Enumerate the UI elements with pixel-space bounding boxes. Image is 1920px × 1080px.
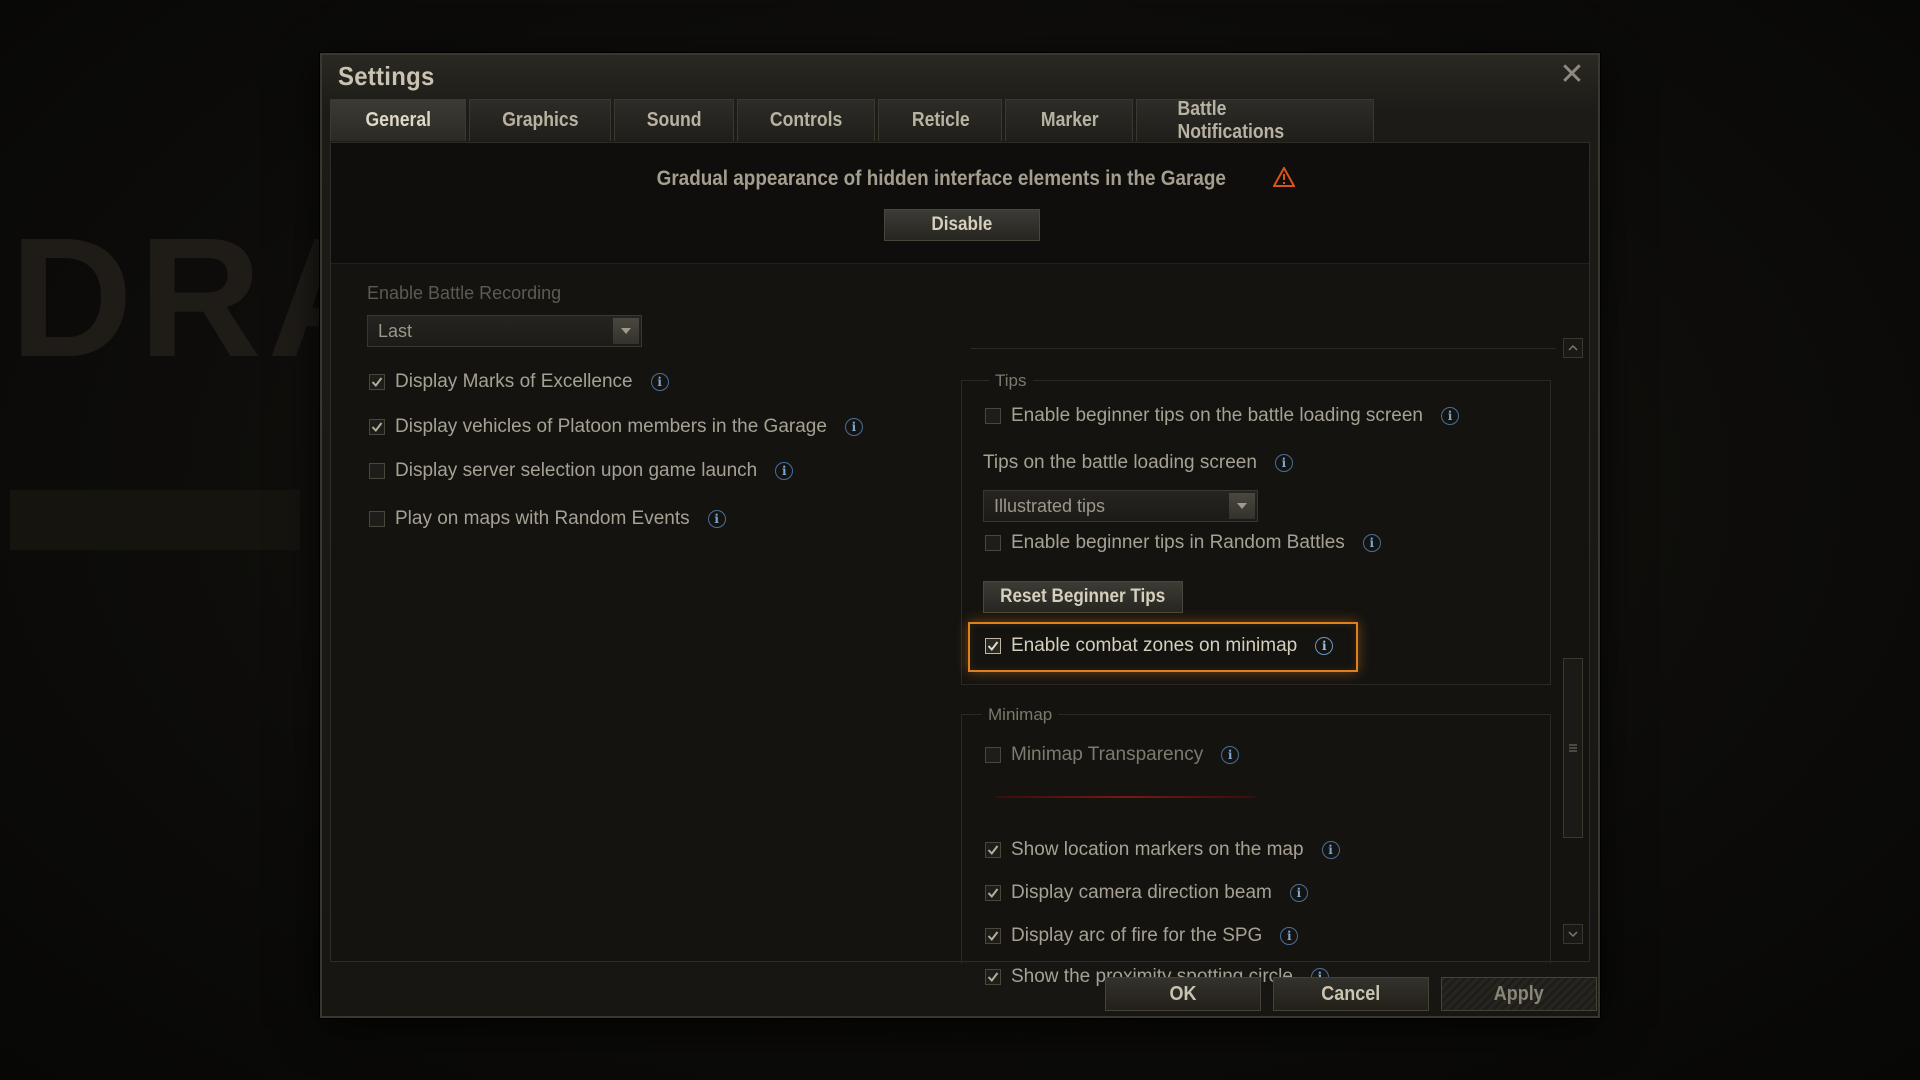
warning-icon bbox=[1272, 165, 1296, 193]
info-icon[interactable]: i bbox=[650, 373, 669, 391]
tips-group-label: Tips bbox=[989, 371, 1033, 391]
cancel-button-label: Cancel bbox=[1321, 982, 1381, 1005]
apply-button-label: Apply bbox=[1493, 982, 1545, 1005]
transparency-slider[interactable] bbox=[995, 796, 1255, 798]
checkbox[interactable] bbox=[985, 408, 1001, 424]
info-icon[interactable]: i bbox=[1321, 841, 1340, 859]
checkbox[interactable] bbox=[369, 419, 385, 435]
option-minimap-transparency[interactable]: Minimap Transparency i bbox=[985, 744, 1240, 766]
checkbox[interactable] bbox=[369, 511, 385, 527]
info-icon[interactable]: i bbox=[707, 510, 726, 528]
option-spg-arc[interactable]: Display arc of fire for the SPG i bbox=[985, 925, 1299, 947]
close-icon[interactable]: ✕ bbox=[1558, 60, 1586, 90]
cancel-button[interactable]: Cancel bbox=[1273, 977, 1429, 1011]
tab-label: Battle Notifications bbox=[1178, 97, 1285, 143]
settings-dialog: Settings ✕ General Graphics Sound Contro… bbox=[320, 53, 1600, 1018]
checkbox[interactable] bbox=[985, 969, 1001, 985]
info-icon[interactable]: i bbox=[1440, 407, 1459, 425]
option-platoon-vehicles[interactable]: Display vehicles of Platoon members in t… bbox=[369, 416, 863, 438]
checkbox[interactable] bbox=[985, 535, 1001, 551]
tab-marker[interactable]: Marker bbox=[1005, 99, 1134, 141]
apply-button[interactable]: Apply bbox=[1441, 977, 1597, 1011]
option-label: Show location markers on the map bbox=[1011, 839, 1304, 860]
background-decoration bbox=[10, 490, 300, 550]
scroll-down-button[interactable] bbox=[1563, 924, 1583, 944]
option-combat-zones[interactable]: Enable combat zones on minimap i bbox=[985, 635, 1334, 657]
tab-label: General bbox=[365, 109, 432, 131]
tips-loading-select[interactable]: Illustrated tips bbox=[983, 490, 1258, 522]
info-icon[interactable]: i bbox=[1274, 454, 1293, 472]
checkbox[interactable] bbox=[985, 842, 1001, 858]
checkbox[interactable] bbox=[985, 885, 1001, 901]
tab-general[interactable]: General bbox=[330, 99, 467, 141]
tips-loading-label: Tips on the battle loading screen bbox=[983, 452, 1257, 473]
tab-reticle[interactable]: Reticle bbox=[878, 99, 1003, 141]
tab-label: Marker bbox=[1040, 109, 1099, 131]
tab-label: Sound bbox=[647, 109, 702, 131]
scroll-up-button[interactable] bbox=[1563, 338, 1583, 358]
option-label: Minimap Transparency bbox=[1011, 744, 1204, 765]
option-beginner-tips-random[interactable]: Enable beginner tips in Random Battles i bbox=[985, 532, 1381, 554]
option-beginner-tips-loading[interactable]: Enable beginner tips on the battle loadi… bbox=[985, 405, 1459, 427]
reset-beginner-tips-button[interactable]: Reset Beginner Tips bbox=[983, 581, 1183, 613]
option-random-events[interactable]: Play on maps with Random Events i bbox=[369, 508, 726, 530]
tab-label: Graphics bbox=[502, 109, 579, 131]
checkbox[interactable] bbox=[985, 638, 1001, 654]
option-label: Display arc of fire for the SPG bbox=[1011, 925, 1263, 946]
tab-sound[interactable]: Sound bbox=[614, 99, 735, 141]
dialog-title: Settings bbox=[338, 61, 435, 91]
option-label: Play on maps with Random Events bbox=[395, 508, 690, 529]
option-server-selection[interactable]: Display server selection upon game launc… bbox=[369, 460, 794, 482]
ok-button-label: OK bbox=[1169, 982, 1197, 1005]
tab-label: Controls bbox=[770, 109, 843, 131]
divider bbox=[971, 348, 1556, 349]
info-icon[interactable]: i bbox=[1315, 637, 1334, 655]
checkbox[interactable] bbox=[369, 374, 385, 390]
option-location-markers[interactable]: Show location markers on the map i bbox=[985, 839, 1340, 861]
notice-banner: Gradual appearance of hidden interface e… bbox=[331, 143, 1589, 264]
info-icon[interactable]: i bbox=[775, 462, 794, 480]
notice-message: Gradual appearance of hidden interface e… bbox=[331, 165, 1589, 193]
battle-recording-label: Enable Battle Recording bbox=[367, 283, 562, 303]
checkbox[interactable] bbox=[369, 463, 385, 479]
tips-loading-setting: Tips on the battle loading screen i bbox=[983, 452, 1293, 474]
info-icon[interactable]: i bbox=[844, 418, 863, 436]
info-icon[interactable]: i bbox=[1280, 927, 1299, 945]
scrollbar-thumb[interactable] bbox=[1563, 658, 1583, 838]
chevron-down-icon bbox=[613, 318, 639, 344]
option-label: Enable beginner tips in Random Battles bbox=[1011, 532, 1345, 553]
info-icon[interactable]: i bbox=[1221, 746, 1240, 764]
option-label: Enable beginner tips on the battle loadi… bbox=[1011, 405, 1423, 426]
tab-graphics[interactable]: Graphics bbox=[469, 99, 612, 141]
ok-button[interactable]: OK bbox=[1105, 977, 1261, 1011]
option-label: Display camera direction beam bbox=[1011, 882, 1272, 903]
option-label: Display Marks of Excellence bbox=[395, 371, 633, 392]
disable-button[interactable]: Disable bbox=[884, 209, 1040, 241]
info-icon[interactable]: i bbox=[1289, 884, 1308, 902]
disable-button-label: Disable bbox=[931, 214, 993, 235]
option-label: Display vehicles of Platoon members in t… bbox=[395, 416, 827, 437]
option-camera-beam[interactable]: Display camera direction beam i bbox=[985, 882, 1308, 904]
chevron-down-icon bbox=[1229, 493, 1255, 519]
battle-recording-select[interactable]: Last bbox=[367, 315, 642, 347]
tab-label: Reticle bbox=[911, 109, 970, 131]
settings-panel: Gradual appearance of hidden interface e… bbox=[330, 142, 1590, 987]
reset-button-label: Reset Beginner Tips bbox=[1000, 586, 1166, 607]
tab-battle-notifications[interactable]: Battle Notifications bbox=[1136, 97, 1375, 143]
tips-loading-value: Illustrated tips bbox=[994, 495, 1106, 516]
tab-bar: General Graphics Sound Controls Reticle … bbox=[330, 97, 1375, 143]
checkbox[interactable] bbox=[985, 747, 1001, 763]
option-label: Display server selection upon game launc… bbox=[395, 460, 758, 481]
minimap-group-label: Minimap bbox=[982, 705, 1059, 725]
checkbox[interactable] bbox=[985, 928, 1001, 944]
notice-text: Gradual appearance of hidden interface e… bbox=[656, 167, 1226, 190]
tab-controls[interactable]: Controls bbox=[737, 99, 876, 141]
battle-recording-value: Last bbox=[378, 320, 413, 341]
info-icon[interactable]: i bbox=[1362, 534, 1381, 552]
option-marks-of-excellence[interactable]: Display Marks of Excellence i bbox=[369, 371, 669, 393]
option-label: Enable combat zones on minimap bbox=[1011, 635, 1298, 656]
